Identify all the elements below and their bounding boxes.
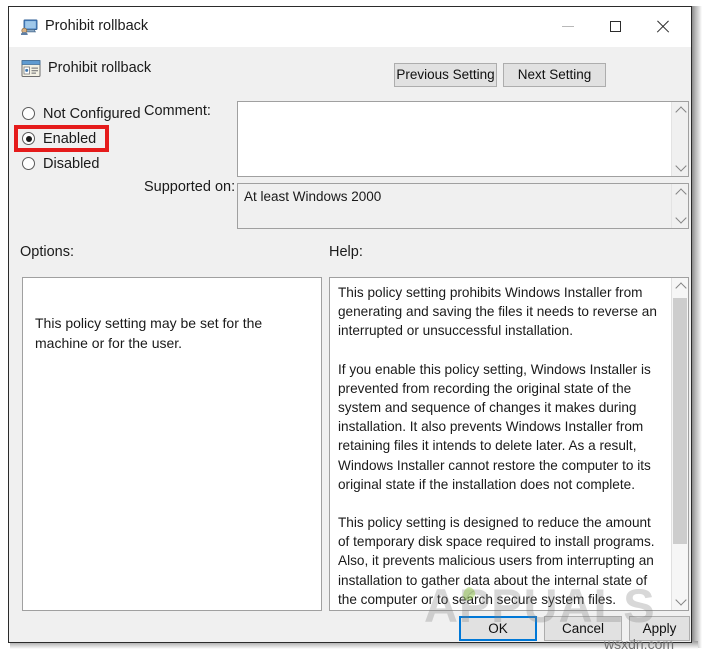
comment-label: Comment: (144, 103, 211, 119)
supported-scroll-down-button[interactable] (672, 211, 689, 228)
chevron-down-icon (674, 212, 687, 224)
radio-not-configured-icon (22, 107, 35, 120)
chevron-down-icon (674, 594, 687, 606)
apply-button[interactable]: Apply (629, 616, 690, 641)
help-scroll-up-button[interactable] (672, 278, 688, 295)
radio-enabled-label: Enabled (43, 130, 97, 147)
radio-disabled-label: Disabled (43, 155, 100, 172)
radio-not-configured[interactable]: Not Configured (22, 101, 152, 126)
maximize-button[interactable] (592, 7, 638, 46)
supported-on-field[interactable]: At least Windows 2000 (237, 183, 689, 229)
policy-setting-name: Prohibit rollback (48, 60, 152, 76)
supported-on-label: Supported on: (144, 179, 236, 195)
computer-policy-icon (21, 19, 38, 35)
group-policy-setting-icon (21, 60, 41, 77)
help-scrollbar[interactable] (671, 278, 688, 610)
ok-button[interactable]: OK (459, 616, 537, 641)
chevron-up-icon (674, 282, 687, 294)
supported-scroll-up-button[interactable] (672, 184, 689, 201)
help-paragraph: This policy setting prohibits Windows In… (338, 285, 657, 339)
chevron-up-icon (674, 188, 687, 200)
comment-scrollbar[interactable] (671, 102, 688, 176)
comment-scroll-down-button[interactable] (672, 159, 689, 176)
radio-disabled-icon (22, 157, 35, 170)
comment-scroll-up-button[interactable] (672, 102, 689, 119)
policy-state-radio-group: Not Configured Enabled Disabled (22, 101, 152, 176)
screenshot-root: Prohibit rollback Prohibit rollback Prev… (0, 0, 707, 657)
radio-disabled[interactable]: Disabled (22, 151, 152, 176)
help-text-viewport: This policy setting prohibits Windows In… (330, 278, 673, 610)
help-scrollbar-thumb[interactable] (673, 298, 687, 544)
next-setting-button[interactable]: Next Setting (503, 63, 606, 87)
comment-input[interactable] (237, 101, 689, 177)
supported-scrollbar[interactable] (671, 184, 688, 228)
minimize-icon (562, 26, 574, 27)
minimize-button[interactable] (545, 7, 591, 46)
help-panel-text: This policy setting prohibits Windows In… (338, 283, 665, 610)
cancel-button[interactable]: Cancel (544, 616, 622, 641)
window-shadow-right (692, 6, 702, 648)
help-scroll-down-button[interactable] (672, 593, 688, 610)
chevron-up-icon (674, 106, 687, 118)
window-title: Prohibit rollback (45, 18, 149, 34)
supported-on-value: At least Windows 2000 (244, 189, 382, 204)
help-panel: This policy setting prohibits Windows In… (329, 277, 689, 611)
options-panel: This policy setting may be set for the m… (22, 277, 322, 611)
help-paragraph: If you enable this policy setting, Windo… (338, 361, 651, 492)
policy-setting-dialog: Prohibit rollback Prohibit rollback Prev… (8, 6, 692, 643)
options-panel-text: This policy setting may be set for the m… (35, 315, 263, 351)
previous-setting-button[interactable]: Previous Setting (394, 63, 497, 87)
help-paragraph: This policy setting is designed to reduc… (338, 515, 655, 607)
close-icon (655, 20, 669, 34)
radio-not-configured-label: Not Configured (43, 105, 141, 122)
options-section-label: Options: (20, 244, 74, 260)
radio-enabled[interactable]: Enabled (22, 126, 152, 151)
maximize-icon (609, 21, 621, 32)
radio-enabled-icon (22, 132, 35, 145)
chevron-down-icon (674, 160, 687, 172)
title-bar: Prohibit rollback (9, 7, 691, 47)
help-section-label: Help: (329, 244, 363, 260)
close-button[interactable] (639, 7, 685, 46)
